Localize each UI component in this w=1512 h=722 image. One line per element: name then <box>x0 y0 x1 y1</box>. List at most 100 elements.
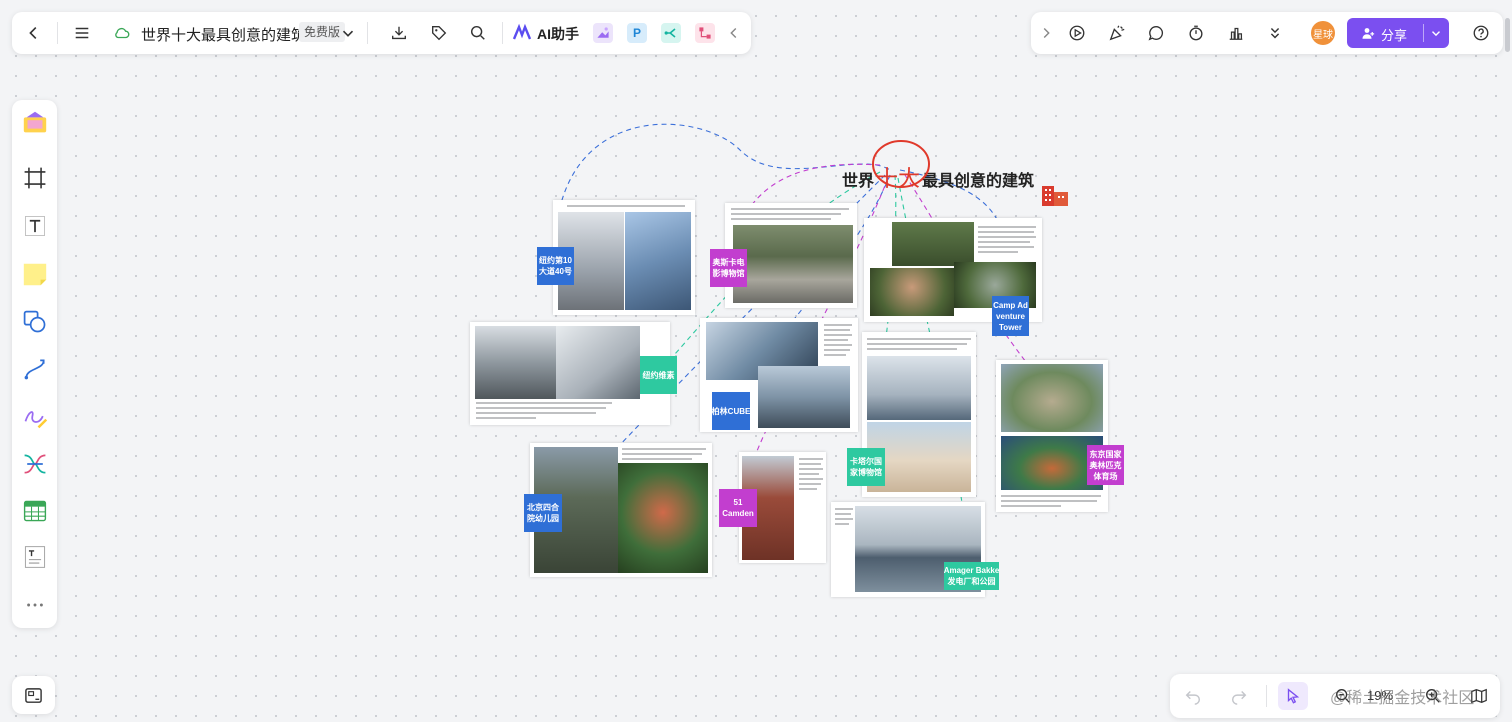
more-tools-button[interactable] <box>20 590 50 620</box>
vote-button[interactable] <box>1223 20 1249 46</box>
title-circle-mark <box>872 140 930 188</box>
party-popper-icon <box>1109 25 1125 41</box>
more-tools-button[interactable] <box>1262 20 1288 46</box>
play-icon <box>1069 25 1085 41</box>
select-tool-button[interactable] <box>1278 682 1308 710</box>
sticky-note-tool[interactable] <box>20 259 50 289</box>
chevron-down-icon[interactable] <box>1429 26 1443 40</box>
comment-icon <box>1148 26 1164 41</box>
ai-logo-icon <box>512 23 532 40</box>
text-block-tool[interactable] <box>20 542 50 572</box>
mindmap-plugin-button[interactable] <box>661 23 681 43</box>
table-icon <box>23 500 47 522</box>
menu-button[interactable] <box>69 20 95 46</box>
zoom-out-button[interactable] <box>1330 683 1356 709</box>
map-icon <box>1471 688 1487 704</box>
connector-tool[interactable] <box>20 354 50 384</box>
present-button[interactable] <box>1064 20 1090 46</box>
photo <box>892 222 974 266</box>
frame-tool[interactable] <box>20 163 50 193</box>
tag-camp-adventure-tower[interactable]: Camp Ad venture Tower <box>992 296 1029 336</box>
document-text-icon <box>24 546 46 568</box>
menu-icon <box>75 27 89 39</box>
card-40-tenth-ave[interactable] <box>553 200 695 315</box>
redo-icon <box>1231 690 1247 705</box>
zoom-out-icon <box>1336 689 1350 703</box>
chevron-left-icon <box>730 27 737 39</box>
board-title-suffix: 最具创意的建筑 <box>922 173 1035 190</box>
mindmap-tool[interactable] <box>20 449 50 479</box>
back-button[interactable] <box>21 20 47 46</box>
top-toolbar: 世界十大最具创意的建筑 免费版 AI助手 P <box>12 12 751 54</box>
vertical-scrollbar[interactable] <box>1505 18 1510 52</box>
help-button[interactable] <box>1468 20 1494 46</box>
top-right-toolbar: 星球 分享 <box>1031 12 1503 54</box>
mindmap-icon <box>664 28 676 38</box>
redo-button[interactable] <box>1226 683 1252 709</box>
template-tool[interactable] <box>20 108 50 138</box>
photo <box>870 268 954 316</box>
ai-image-plugin-button[interactable] <box>593 23 613 43</box>
tag-51-camden[interactable]: 51 Camden <box>719 489 757 527</box>
tag-button[interactable] <box>426 20 452 46</box>
double-chevron-down-icon <box>1270 27 1280 39</box>
cloud-sync-status <box>109 20 135 46</box>
share-label: 分享 <box>1381 28 1408 43</box>
celebrate-button[interactable] <box>1104 20 1130 46</box>
download-button[interactable] <box>386 20 412 46</box>
user-avatar[interactable]: 星球 <box>1311 21 1335 45</box>
bottom-controls: 19% <box>1170 674 1500 718</box>
more-horizontal-icon <box>27 603 43 607</box>
tag-academy-museum[interactable]: 奥斯卡电 影博物馆 <box>710 249 747 287</box>
expand-toolbar-button[interactable] <box>1035 20 1057 46</box>
photo <box>475 326 556 399</box>
flowchart-plugin-button[interactable] <box>695 23 715 43</box>
photo <box>618 463 708 573</box>
text-tool[interactable] <box>20 211 50 241</box>
document-title[interactable]: 世界十大最具创意的建筑 <box>141 24 306 45</box>
comment-button[interactable] <box>1143 20 1169 46</box>
share-button[interactable]: 分享 <box>1347 18 1449 48</box>
add-user-icon <box>1362 28 1375 39</box>
building-icon <box>1042 186 1068 206</box>
photo <box>733 225 853 303</box>
timer-icon <box>1189 25 1203 41</box>
template-icon <box>23 111 47 133</box>
zoom-in-button[interactable] <box>1420 683 1446 709</box>
tag-icon <box>432 26 447 41</box>
text-icon <box>25 216 45 236</box>
left-toolbar <box>12 100 57 628</box>
tag-tokyo-stadium[interactable]: 东京国家 奥林匹克 体育场 <box>1087 445 1124 485</box>
search-button[interactable] <box>465 20 491 46</box>
timer-button[interactable] <box>1183 20 1209 46</box>
table-tool[interactable] <box>20 496 50 526</box>
minimap-toggle[interactable] <box>12 676 55 714</box>
chevron-left-icon <box>29 27 37 39</box>
tag-cube-berlin[interactable]: 柏林CUBE <box>712 392 750 430</box>
download-icon <box>392 26 406 40</box>
ai-assistant-label: AI助手 <box>537 26 579 42</box>
tag-qatar-museum[interactable]: 卡塔尔国 家博物馆 <box>847 448 885 486</box>
cursor-icon <box>1287 688 1300 704</box>
tag-the-shed[interactable]: 纽约维素 <box>640 356 677 394</box>
undo-button[interactable] <box>1180 683 1206 709</box>
tag-amager-bakke[interactable]: Amager Bakke 发电厂和公园 <box>944 562 999 590</box>
pen-tool[interactable] <box>20 402 50 432</box>
chevron-down-icon <box>342 30 354 37</box>
tag-40-tenth-ave[interactable]: 纽约第10 大道40号 <box>537 247 574 285</box>
sticky-note-icon <box>23 263 47 286</box>
collapse-toolbar-button[interactable] <box>724 20 744 46</box>
zoom-in-icon <box>1426 689 1440 703</box>
title-dropdown-button[interactable] <box>338 20 358 46</box>
p-plugin-button[interactable]: P <box>627 23 647 43</box>
curve-connector-icon <box>24 359 45 380</box>
tag-beijing-kindergarten[interactable]: 北京四合 院幼儿园 <box>524 494 562 532</box>
card-tokyo-stadium[interactable] <box>996 360 1108 512</box>
zoom-level[interactable]: 19% <box>1367 688 1393 703</box>
undo-icon <box>1185 690 1201 705</box>
shape-tool[interactable] <box>20 307 50 337</box>
pen-icon <box>24 411 48 429</box>
frame-icon <box>24 167 46 189</box>
map-view-button[interactable] <box>1466 683 1492 709</box>
shapes-icon <box>23 310 46 333</box>
